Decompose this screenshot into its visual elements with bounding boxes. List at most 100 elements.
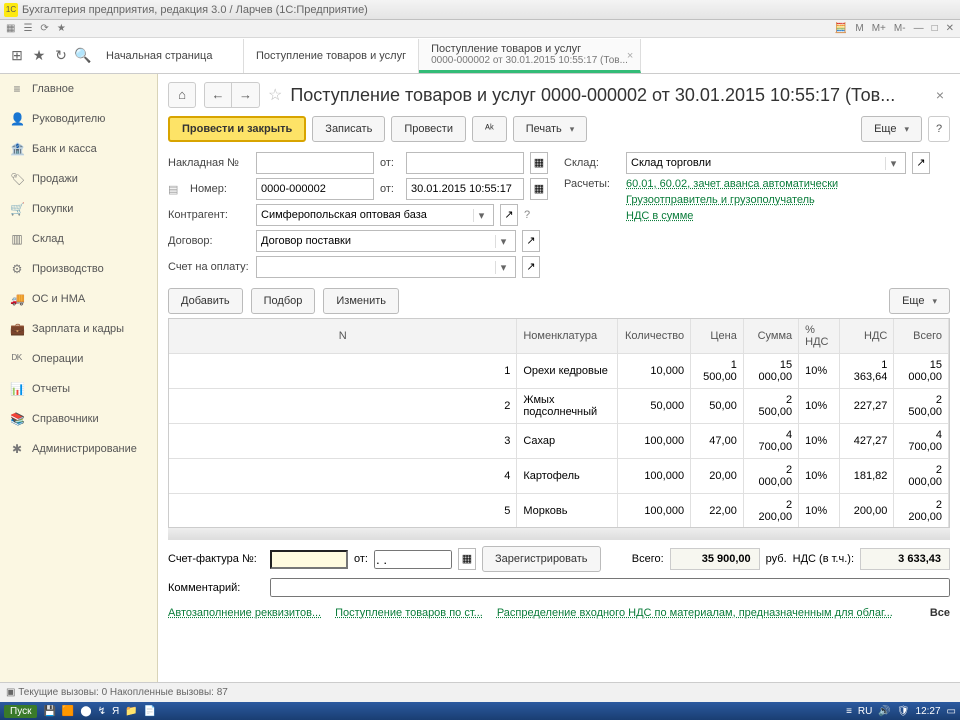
nomer-date-input[interactable] xyxy=(406,178,524,200)
sidebar-item[interactable]: 👤Руководителю xyxy=(0,104,157,134)
toolbar-m-icon[interactable]: M+ xyxy=(872,23,886,34)
help-button[interactable]: ? xyxy=(928,116,950,142)
taskbar-icon[interactable]: 📁 xyxy=(125,706,137,717)
dogovor-select[interactable]: Договор поставки xyxy=(261,235,495,247)
kontragent-select[interactable]: Симферопольская оптовая база xyxy=(261,209,473,221)
chevron-down-icon[interactable]: ▾ xyxy=(495,235,511,248)
back-button[interactable]: ← xyxy=(204,82,232,108)
taskbar-icon[interactable]: 🟧 xyxy=(62,706,74,717)
open-icon[interactable]: ↗ xyxy=(500,204,518,226)
podbor-button[interactable]: Подбор xyxy=(251,288,316,314)
star-icon[interactable]: ★ xyxy=(28,47,50,64)
col-kol[interactable]: Количество xyxy=(617,319,691,354)
start-button[interactable]: Пуск xyxy=(4,705,37,718)
sidebar-item[interactable]: 🏦Банк и касса xyxy=(0,134,157,164)
toolbar-icon[interactable]: ☰ xyxy=(23,23,32,34)
pechat-button[interactable]: Печать xyxy=(513,116,588,142)
toolbar-m-icon[interactable]: M xyxy=(855,23,863,34)
sf-date-input[interactable] xyxy=(374,550,452,569)
tab-close-icon[interactable]: × xyxy=(627,50,633,62)
sidebar-item[interactable]: 📚Справочники xyxy=(0,404,157,434)
taskbar-icon[interactable]: ↯ xyxy=(98,706,106,717)
dk-button[interactable]: ᴬᵏ xyxy=(472,116,507,142)
sklad-select[interactable]: Склад торговли xyxy=(631,157,885,169)
toolbar-m-icon[interactable]: 🧮 xyxy=(835,23,847,34)
col-vsego[interactable]: Всего xyxy=(894,319,949,354)
zareg-button[interactable]: Зарегистрировать xyxy=(482,546,601,572)
taskbar-icon[interactable]: ⬤ xyxy=(80,706,91,717)
col-pnds[interactable]: % НДС xyxy=(799,319,840,354)
sidebar-item[interactable]: 📊Отчеты xyxy=(0,374,157,404)
tab-home[interactable]: Начальная страница xyxy=(94,39,244,73)
table-row[interactable]: 1Орехи кедровые10,0001 500,0015 000,0010… xyxy=(169,354,949,389)
tray-icon[interactable]: 🔊 xyxy=(878,706,890,717)
tray-icon[interactable]: 🛡 xyxy=(897,706,910,717)
nomer-input[interactable] xyxy=(256,178,374,200)
col-summa[interactable]: Сумма xyxy=(743,319,798,354)
komm-input[interactable] xyxy=(270,578,950,597)
sidebar-item[interactable]: ≡Главное xyxy=(0,74,157,104)
search-icon[interactable]: 🔍 xyxy=(72,47,94,64)
postup-link[interactable]: Поступление товаров по ст... xyxy=(335,607,483,619)
zapisat-button[interactable]: Записать xyxy=(312,116,385,142)
nakladnaya-date-input[interactable] xyxy=(406,152,524,174)
open-icon[interactable]: ↗ xyxy=(522,256,540,278)
col-nom[interactable]: Номенклатура xyxy=(517,319,617,354)
sidebar-item[interactable]: ⚙Производство xyxy=(0,254,157,284)
sidebar-item[interactable]: 🚚ОС и НМА xyxy=(0,284,157,314)
sidebar-item[interactable]: 🏷Продажи xyxy=(0,164,157,194)
table-esche-button[interactable]: Еще xyxy=(889,288,950,314)
toolbar-icon[interactable]: ★ xyxy=(57,23,66,34)
toolbar-m-icon[interactable]: M- xyxy=(894,23,906,34)
tray-icon[interactable]: ≡ xyxy=(846,706,852,717)
sidebar-item[interactable]: ᴰᴷОперации xyxy=(0,344,157,374)
minimize-icon[interactable]: — xyxy=(914,23,924,34)
open-icon[interactable]: ↗ xyxy=(912,152,930,174)
raschety-link[interactable]: 60.01, 60.02, зачет аванса автоматически xyxy=(626,178,838,190)
history-icon[interactable]: ↻ xyxy=(50,47,72,64)
home-button[interactable]: ⌂ xyxy=(168,82,196,108)
taskbar-icon[interactable]: 💾 xyxy=(43,706,55,717)
table-row[interactable]: 5Морковь100,00022,002 200,0010%200,002 2… xyxy=(169,494,949,529)
esche-button[interactable]: Еще xyxy=(861,116,922,142)
chevron-down-icon[interactable]: ▾ xyxy=(495,261,511,274)
taskbar-icon[interactable]: 📄 xyxy=(144,706,156,717)
provesti-zakryt-button[interactable]: Провести и закрыть xyxy=(168,116,306,142)
open-icon[interactable]: ↗ xyxy=(522,230,540,252)
autofill-link[interactable]: Автозаполнение реквизитов... xyxy=(168,607,321,619)
favorite-icon[interactable]: ☆ xyxy=(268,85,282,105)
toolbar-icon[interactable]: ⟳ xyxy=(40,23,48,34)
provesti-button[interactable]: Провести xyxy=(391,116,466,142)
chevron-down-icon[interactable]: ▾ xyxy=(885,157,901,170)
tab-doc1[interactable]: Поступление товаров и услуг xyxy=(244,39,419,73)
sf-input[interactable] xyxy=(270,550,348,569)
sidebar-item[interactable]: 🛒Покупки xyxy=(0,194,157,224)
col-cena[interactable]: Цена xyxy=(691,319,744,354)
sidebar-item[interactable]: 💼Зарплата и кадры xyxy=(0,314,157,344)
col-n[interactable]: N xyxy=(169,319,517,354)
chevron-down-icon[interactable]: ▾ xyxy=(473,209,489,222)
table-row[interactable]: 2Жмых подсолнечный50,00050,002 500,0010%… xyxy=(169,389,949,424)
raspred-link[interactable]: Распределение входного НДС по материалам… xyxy=(497,607,893,619)
calendar-icon[interactable]: ▦ xyxy=(530,178,548,200)
scrollbar[interactable] xyxy=(168,528,950,540)
vse-link[interactable]: Все xyxy=(930,607,950,619)
sidebar-item[interactable]: ▥Склад xyxy=(0,224,157,254)
tab-doc2[interactable]: Поступление товаров и услуг 0000-000002 … xyxy=(419,39,641,73)
help-icon[interactable]: ? xyxy=(524,209,530,221)
nakladnaya-input[interactable] xyxy=(256,152,374,174)
table-row[interactable]: 4Картофель100,00020,002 000,0010%181,822… xyxy=(169,459,949,494)
calendar-icon[interactable]: ▦ xyxy=(458,548,476,570)
calendar-icon[interactable]: ▦ xyxy=(530,152,548,174)
gruz-link[interactable]: Грузоотправитель и грузополучатель xyxy=(626,194,815,206)
tray-icon[interactable]: ▭ xyxy=(947,706,956,717)
nds-link[interactable]: НДС в сумме xyxy=(626,210,693,222)
lang-indicator[interactable]: RU xyxy=(858,706,872,717)
toolbar-icon[interactable]: ▦ xyxy=(6,23,15,34)
col-nds[interactable]: НДС xyxy=(839,319,894,354)
close-icon[interactable]: ✕ xyxy=(946,23,954,34)
table-row[interactable]: 3Сахар100,00047,004 700,0010%427,274 700… xyxy=(169,424,949,459)
maximize-icon[interactable]: □ xyxy=(932,23,938,34)
apps-icon[interactable]: ⊞ xyxy=(6,47,28,64)
forward-button[interactable]: → xyxy=(232,82,260,108)
